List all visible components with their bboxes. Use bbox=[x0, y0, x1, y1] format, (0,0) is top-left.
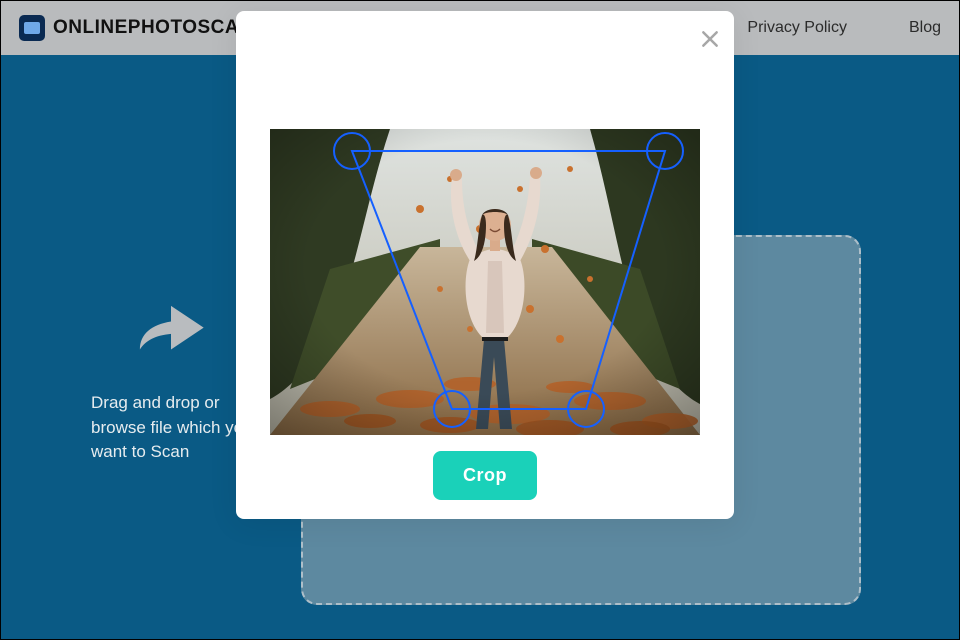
preview-image bbox=[270, 129, 700, 435]
crop-modal: Crop bbox=[236, 11, 734, 519]
app-frame: ONLINEPHOTOSCANNER Privacy Policy Blog D… bbox=[0, 0, 960, 640]
close-icon[interactable] bbox=[700, 29, 720, 49]
nav-link-blog[interactable]: Blog bbox=[909, 19, 941, 37]
nav-right: Privacy Policy Blog bbox=[747, 19, 941, 37]
logo-icon bbox=[19, 15, 45, 41]
share-arrow-icon bbox=[131, 295, 211, 365]
image-preview bbox=[270, 129, 700, 435]
nav-link-privacy[interactable]: Privacy Policy bbox=[747, 19, 847, 37]
logo-icon-inner bbox=[24, 22, 40, 34]
crop-button[interactable]: Crop bbox=[433, 451, 537, 500]
